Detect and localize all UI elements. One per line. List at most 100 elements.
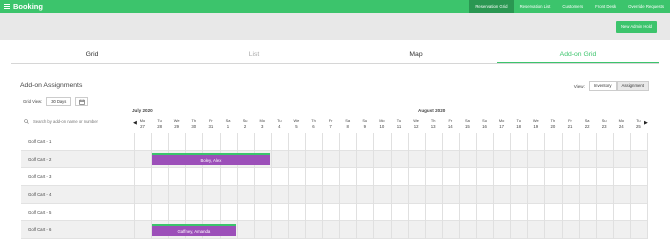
day-number: 9	[363, 124, 366, 129]
search-icon	[24, 119, 29, 124]
grid-divider	[595, 133, 597, 239]
weekday-label: Tu	[396, 118, 402, 123]
nav-reservation-list[interactable]: Reservation List	[514, 0, 557, 13]
view-label: View:	[573, 83, 585, 89]
tab-add-on-grid[interactable]: Add-on Grid	[497, 45, 659, 63]
row-label: Golf Cart - 5	[28, 209, 52, 215]
date-column-header: Su 2	[237, 117, 254, 133]
weekday-label: Th	[191, 118, 197, 123]
date-column-header: Sa 1	[220, 117, 237, 133]
booking-bar[interactable]: Boley, Alex	[152, 153, 270, 166]
date-column-header: Th 13	[425, 117, 442, 133]
grid-divider	[407, 133, 409, 239]
weekday-label: Mo	[498, 118, 505, 123]
view-inventory-button[interactable]: Inventory	[588, 81, 617, 91]
date-column-header: Tu 11	[391, 117, 408, 133]
view-tabs: Grid List Map Add-on Grid	[11, 45, 659, 64]
weekday-label: Mo	[139, 118, 146, 123]
weekday-label: Fr	[328, 118, 333, 123]
date-column-header: Sa 15	[459, 117, 476, 133]
date-column-header: Th 6	[305, 117, 322, 133]
grid-divider	[287, 133, 289, 239]
day-number: 7	[329, 124, 332, 129]
grid-view-label: Grid View:	[23, 99, 43, 104]
action-bar: New Admin Hold	[0, 13, 670, 40]
date-column-header: Sa 22	[579, 117, 596, 133]
day-number: 14	[447, 124, 453, 129]
day-number: 18	[516, 124, 522, 129]
grid-view-select[interactable]: 30 Days	[46, 97, 72, 106]
weekday-label: Su	[482, 118, 487, 123]
weekday-label: Fr	[448, 118, 453, 123]
month-label-august: August 2020	[418, 108, 446, 113]
grid-divider	[561, 133, 563, 239]
grid-cells: Boley, Alex Gaffney, Amanda	[134, 133, 648, 241]
date-column-header: Mo 3	[254, 117, 271, 133]
weekday-label: Mo	[618, 118, 624, 123]
date-column-header: Mo 17	[493, 117, 510, 133]
date-column-header: Mo 10	[373, 117, 390, 133]
booking-bar[interactable]: Gaffney, Amanda	[152, 223, 236, 236]
weekday-label: We	[413, 118, 419, 123]
nav-front-desk[interactable]: Front Desk	[589, 0, 622, 13]
grid-divider	[493, 133, 495, 239]
top-nav: Reservation Grid Reservation List Custom…	[469, 0, 670, 13]
month-label-july: July 2020	[132, 108, 153, 113]
tab-list[interactable]: List	[173, 45, 335, 63]
day-number: 4	[278, 124, 281, 129]
grid-divider	[356, 133, 358, 239]
day-number: 20	[550, 124, 556, 129]
grid-divider	[544, 133, 546, 239]
day-number: 5	[295, 124, 298, 129]
date-column-header: Tu 18	[510, 117, 527, 133]
weekday-label: Sa	[465, 118, 470, 123]
date-column-header: Su 9	[356, 117, 373, 133]
view-assignment-button[interactable]: Assignment	[616, 81, 649, 91]
weekday-label: Th	[311, 118, 316, 123]
day-number: 8	[346, 124, 349, 129]
row-label: Golf Cart - 6	[28, 227, 52, 233]
row-label: Golf Cart - 1	[28, 139, 52, 144]
weekday-label: We	[293, 118, 300, 123]
day-number: 25	[636, 124, 641, 129]
weekday-label: Th	[550, 118, 556, 123]
top-bar: Booking Reservation Grid Reservation Lis…	[0, 0, 670, 13]
grid-divider	[236, 133, 238, 239]
weekday-label: Sa	[584, 118, 590, 123]
tab-grid[interactable]: Grid	[11, 45, 173, 63]
day-number: 6	[312, 124, 315, 129]
date-column-header: Th 20	[544, 117, 561, 133]
grid-divider	[612, 133, 614, 239]
day-number: 2	[243, 124, 247, 129]
day-number: 13	[430, 124, 436, 129]
date-column-header: Tu 4	[271, 117, 288, 133]
day-number: 23	[601, 124, 607, 129]
date-header: Mo 27 Tu 28 We 29 Th 30 Fr 31 Sa 1 Su 2 Mo 3 Tu 4 We 5 Th 6 Fr…	[134, 117, 647, 133]
grid-divider	[390, 133, 392, 239]
new-admin-hold-button[interactable]: New Admin Hold	[616, 21, 657, 33]
weekday-label: Mo	[379, 118, 385, 123]
grid-divider	[476, 133, 477, 239]
date-column-header: Sa 8	[339, 117, 356, 133]
day-number: 15	[465, 124, 470, 129]
day-number: 17	[499, 124, 504, 129]
brand-logo[interactable]: Booking	[4, 1, 43, 12]
date-column-header: Mo 27	[134, 117, 151, 133]
date-column-header: Tu 28	[151, 117, 168, 133]
weekday-label: Tu	[636, 118, 641, 123]
search-bar	[24, 119, 133, 124]
weekday-label: Su	[242, 118, 248, 123]
weekday-label: We	[173, 118, 180, 123]
calendar-icon	[79, 99, 85, 105]
nav-reservation-grid[interactable]: Reservation Grid	[469, 0, 514, 13]
day-number: 24	[618, 124, 624, 129]
row-label: Golf Cart - 3	[28, 174, 52, 180]
weekday-label: Su	[601, 118, 607, 123]
date-column-header: Fr 21	[562, 117, 579, 133]
nav-override-requests[interactable]: Override Requests	[622, 0, 670, 13]
tab-map[interactable]: Map	[335, 45, 497, 63]
grid-divider	[270, 133, 272, 239]
search-input[interactable]	[33, 119, 133, 124]
calendar-button[interactable]	[75, 97, 89, 106]
nav-customers[interactable]: Customers	[556, 0, 589, 13]
